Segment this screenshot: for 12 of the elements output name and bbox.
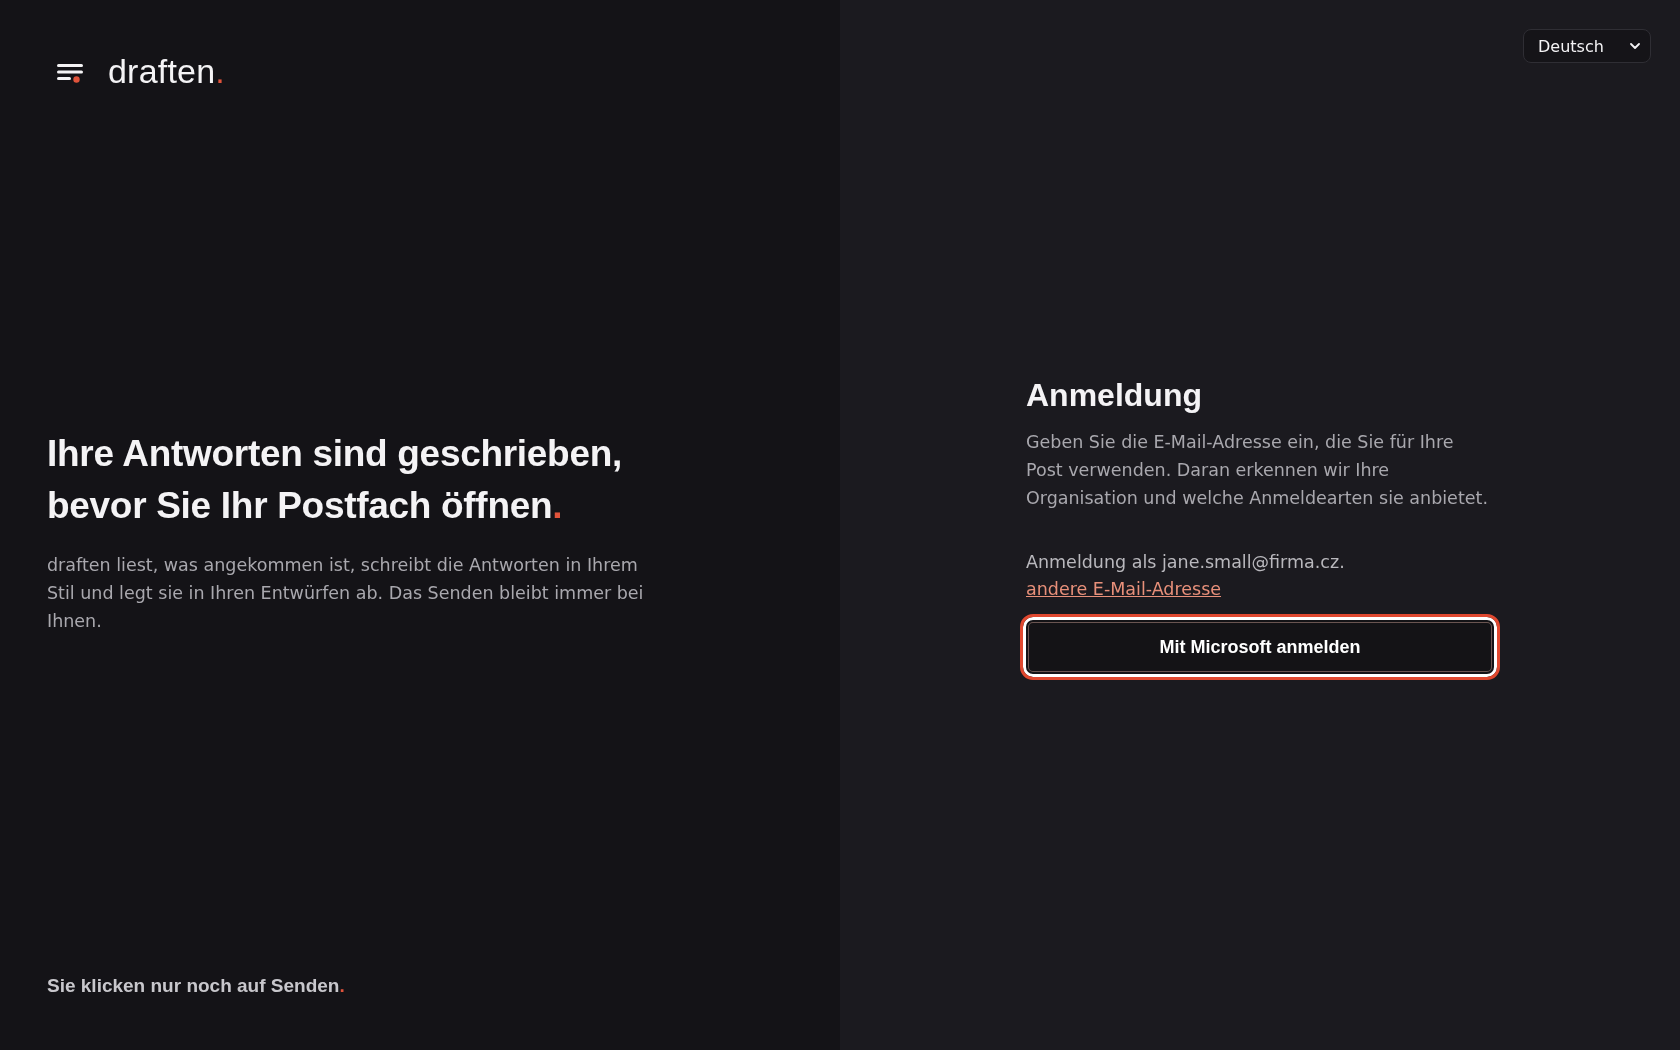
change-email-link[interactable]: andere E-Mail-Adresse	[1026, 576, 1222, 603]
sign-in-title: Anmeldung	[1026, 376, 1203, 415]
signed-in-as-text: Anmeldung als jane.small@firma.cz.	[1026, 551, 1345, 574]
intro-paragraph: draften liest, was angekommen ist, schreibt die Antworten in Ihrem Stil und legt sie in Ihren Entwürfen ab. Das Senden bleibt immer bei Ihnen.	[47, 554, 645, 633]
tagline: Sie klicken nur noch auf Senden.	[47, 974, 345, 998]
lines-icon	[57, 63, 83, 83]
brand-name: draften.	[108, 54, 225, 88]
chevron-down-icon	[1630, 43, 1640, 49]
sign-in-button[interactable]: Mit Microsoft anmelden	[1020, 614, 1500, 680]
sign-in-description: Geben Sie die E-Mail-Adresse ein, die Sie für Ihre Post verwenden. Daran erkennen wir Ihre Organisation und welche Anmeldearten sie anbietet.	[1026, 431, 1488, 510]
language-select[interactable]: Deutsch	[1523, 29, 1651, 63]
headline: Ihre Antworten sind geschrieben, bevor Sie Ihr Postfach öffnen.	[47, 432, 623, 528]
